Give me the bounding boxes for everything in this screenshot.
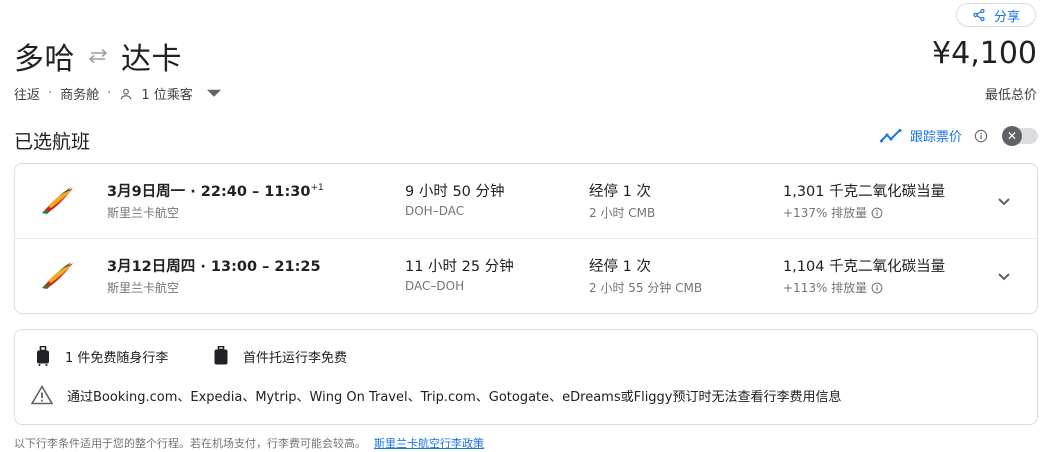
track-prices-label[interactable]: 跟踪票价 [910,126,962,145]
trip-meta: 往返 · 商务舱 · 1 位乘客 [14,84,221,103]
flight-row[interactable]: 3月9日周一 · 22:40 – 11:30+1 斯里兰卡航空 9 小时 50 … [15,164,1037,239]
price-label: 最低总价 [984,88,1037,103]
layover-info: 2 小时 55 分钟 CMB [589,281,703,295]
emissions-value: 1,301 千克二氧化碳当量 [783,184,946,200]
origin-city: 多哈 [14,42,75,77]
airline-name: 斯里兰卡航空 [107,206,180,220]
srilankan-airlines-logo [42,187,73,214]
passengers-label: 1 位乘客 [141,88,193,103]
separator-dot: · [48,86,53,101]
baggage-policy-link[interactable]: 斯里兰卡航空行李政策 [374,437,484,450]
flight-duration: 9 小时 50 分钟 [405,184,505,200]
swap-arrows-icon [88,48,108,64]
trip-title: 多哈 达卡 [14,34,182,78]
passengers-selector[interactable]: 1 位乘客 [119,84,221,103]
close-icon: ✕ [1002,125,1022,146]
carry-on-info: 1 件免费随身行李 [35,346,168,366]
baggage-card: 1 件免费随身行李 首件托运行李免费 通过Booking.com、Expedia… [14,329,1038,425]
srilankan-airlines-logo [42,262,73,289]
total-price: ¥4,100 [932,36,1037,71]
trending-icon [879,128,902,142]
flight-times: 3月12日周四 · 13:00 – 21:25 [107,259,321,275]
selected-flights-card: 3月9日周一 · 22:40 – 11:30+1 斯里兰卡航空 9 小时 50 … [14,163,1038,314]
flight-row[interactable]: 3月12日周四 · 13:00 – 21:25 斯里兰卡航空 11 小时 25 … [15,239,1037,314]
chevron-down-icon[interactable] [995,192,1013,210]
info-icon[interactable] [871,282,883,294]
checked-bag-icon [214,346,228,365]
checked-bag-label: 首件托运行李免费 [243,350,348,366]
flight-stops: 经停 1 次 [589,184,651,200]
flight-stops: 经停 1 次 [589,259,651,275]
baggage-footer: 以下行李条件适用于您的整个行程。若在机场支付，行李费可能会较高。 斯里兰卡航空行李… [14,435,484,451]
cabin-class: 商务舱 [60,88,100,103]
flight-times: 3月9日周一 · 22:40 – 11:30+1 [107,183,324,200]
carry-on-bag-icon [37,346,49,366]
destination-city: 达卡 [121,42,182,77]
track-prices-toggle[interactable]: ✕ [1002,125,1038,146]
carry-on-label: 1 件免费随身行李 [65,350,169,366]
baggage-warning: 通过Booking.com、Expedia、Mytrip、Wing On Tra… [31,385,842,405]
info-icon[interactable] [871,207,883,219]
flight-route: DOH–DAC [405,204,465,218]
track-prices: 跟踪票价 ✕ [879,125,1038,146]
trip-type: 往返 [14,88,41,103]
emissions-percent: +137% 排放量 [783,204,883,221]
checked-bag-info: 首件托运行李免费 [213,346,347,366]
info-icon[interactable] [970,129,992,143]
chevron-down-icon[interactable] [995,267,1013,285]
flight-duration: 11 小时 25 分钟 [405,259,514,275]
airline-name: 斯里兰卡航空 [107,281,180,295]
share-button[interactable]: 分享 [956,3,1036,27]
share-icon [973,8,985,22]
layover-info: 2 小时 CMB [589,206,656,220]
footer-text: 以下行李条件适用于您的整个行程。若在机场支付，行李费可能会较高。 [14,437,366,450]
emissions-percent: +113% 排放量 [783,279,883,296]
selected-flights-title: 已选航班 [14,131,91,153]
separator-dot: · [107,86,112,101]
baggage-warning-text: 通过Booking.com、Expedia、Mytrip、Wing On Tra… [67,389,842,405]
person-icon [121,88,132,99]
warning-icon [31,385,53,405]
emissions-value: 1,104 千克二氧化碳当量 [783,259,946,275]
share-label: 分享 [993,9,1020,25]
flight-route: DAC–DOH [405,279,465,293]
caret-down-icon [206,89,221,97]
